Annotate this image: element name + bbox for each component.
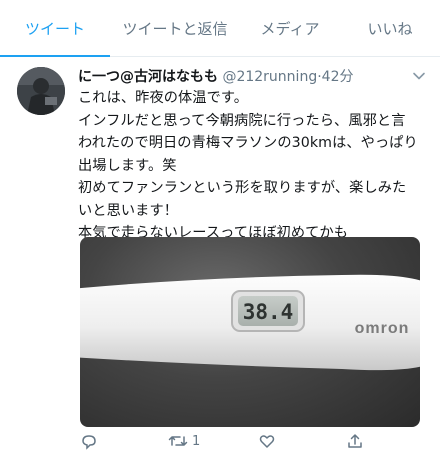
tweet-header: に一つ@古河はなもも @212running·42分 bbox=[78, 66, 408, 88]
tab-tweets-label: ツイート bbox=[24, 20, 85, 38]
tweet-text-line: これは、昨夜の体温です。 bbox=[78, 90, 249, 106]
tab-media-label: メディア bbox=[260, 20, 320, 38]
tweet-text-line: 初めてファンランという形を取りますが、楽しみた bbox=[78, 180, 407, 196]
tweet-text-line: いと思います！ bbox=[78, 202, 179, 219]
tab-media[interactable]: メディア bbox=[240, 0, 340, 56]
heart-icon bbox=[259, 435, 275, 448]
avatar[interactable] bbox=[17, 67, 65, 115]
tweet-text-line: 出場します。笑 bbox=[78, 157, 177, 174]
tweet[interactable]: に一つ@古河はなもも @212running·42分 これは、昨夜の体温です。 … bbox=[0, 57, 440, 450]
user-handle[interactable]: @212running bbox=[222, 69, 317, 85]
tab-likes-label: いいね bbox=[367, 20, 413, 38]
tweet-text: これは、昨夜の体温です。 インフルだと思って今朝病院に行ったら、風邪と言 われた… bbox=[78, 87, 428, 245]
display-name[interactable]: に一つ@古河はなもも bbox=[78, 69, 218, 85]
tweet-photo[interactable]: 38.4 omron bbox=[80, 237, 420, 427]
like-button[interactable] bbox=[258, 431, 276, 451]
tab-tweets-and-replies[interactable]: ツイートと返信 bbox=[110, 0, 240, 56]
avatar-photo bbox=[17, 67, 65, 115]
retweet-icon bbox=[168, 436, 188, 446]
timestamp[interactable]: 42分 bbox=[322, 69, 354, 85]
tweet-text-line: われたので明日の青梅マラソンの30kmは、やっぱり bbox=[78, 135, 418, 151]
tab-tweets[interactable]: ツイート bbox=[0, 0, 110, 57]
tweet-text-line: インフルだと思って今朝病院に行ったら、風邪と言 bbox=[78, 112, 406, 129]
share-icon bbox=[348, 434, 362, 448]
omron-logo: omron bbox=[355, 320, 410, 337]
share-button[interactable] bbox=[346, 431, 364, 451]
reply-button[interactable] bbox=[80, 431, 98, 451]
chevron-down-icon[interactable] bbox=[412, 69, 426, 83]
reply-icon bbox=[82, 435, 96, 450]
tab-tweets-and-replies-label: ツイートと返信 bbox=[122, 20, 228, 38]
tab-likes[interactable]: いいね bbox=[340, 0, 440, 56]
profile-tabs: ツイート ツイートと返信 メディア いいね bbox=[0, 0, 440, 57]
tweet-actions: 1 bbox=[78, 431, 418, 451]
retweet-button[interactable]: 1 bbox=[168, 431, 200, 451]
thermometer-reading: 38.4 bbox=[243, 300, 294, 324]
retweet-count: 1 bbox=[192, 433, 201, 449]
thermometer-image: 38.4 omron bbox=[80, 274, 420, 371]
